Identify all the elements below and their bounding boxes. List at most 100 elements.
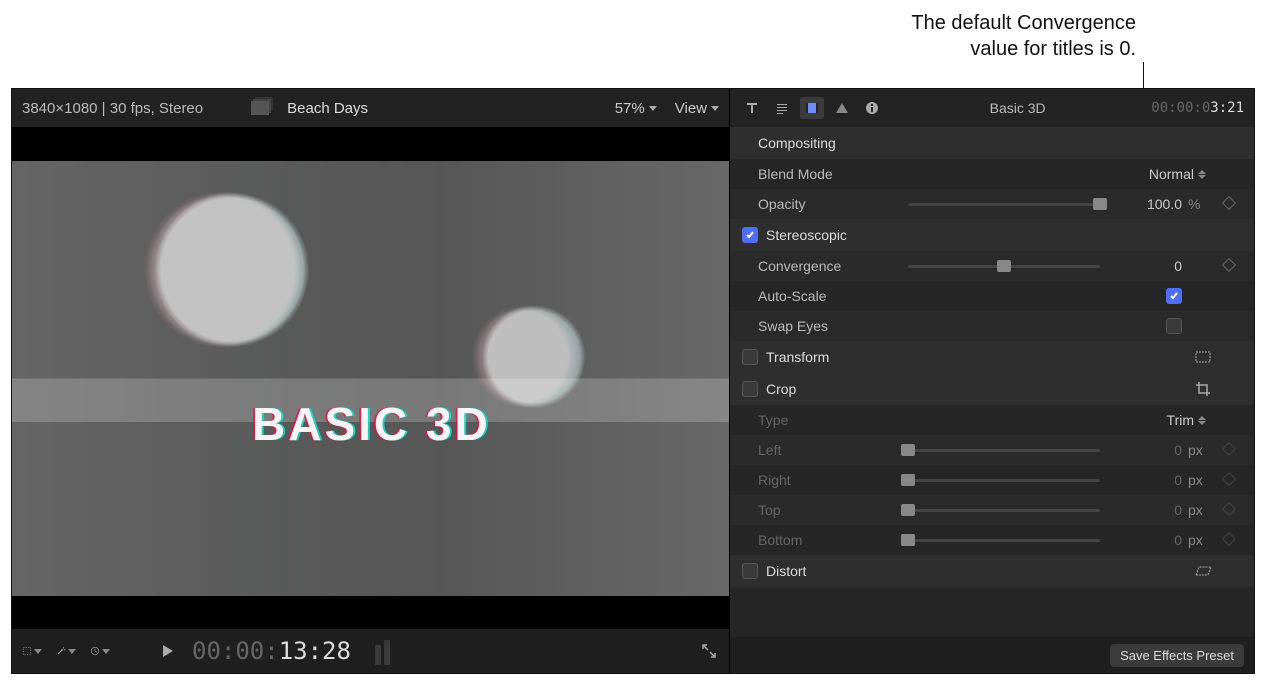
viewer-canvas[interactable]: BASIC 3D [12, 127, 729, 629]
chevron-down-icon [34, 649, 42, 654]
callout-text: The default Convergence value for titles… [911, 10, 1136, 62]
row-crop-top: Top 0 px [730, 495, 1254, 525]
crop-label: Crop [766, 381, 796, 397]
audio-meter[interactable] [375, 637, 393, 665]
convergence-value[interactable]: 0 [1112, 258, 1182, 274]
slider-thumb[interactable] [901, 504, 915, 516]
anaglyph-preview-image [12, 161, 729, 596]
play-button[interactable] [158, 641, 178, 661]
crop-top-slider[interactable] [908, 509, 1100, 512]
row-crop-right: Right 0 px [730, 465, 1254, 495]
transform-icon[interactable] [1180, 350, 1226, 364]
view-dropdown[interactable]: View [675, 100, 719, 117]
convergence-keyframe[interactable] [1216, 259, 1242, 273]
row-swap-eyes: Swap Eyes [730, 311, 1254, 341]
clip-stack-icon [251, 101, 269, 115]
play-icon [163, 645, 173, 657]
section-stereoscopic: Stereoscopic [730, 219, 1254, 251]
slider-thumb[interactable] [901, 534, 915, 546]
auto-scale-label: Auto-Scale [758, 288, 898, 304]
view-label: View [675, 100, 707, 117]
auto-scale-checkbox[interactable] [1166, 288, 1182, 304]
opacity-keyframe[interactable] [1216, 197, 1242, 211]
inspector-body: Compositing Blend Mode Normal Opacity [730, 127, 1254, 637]
crop-type-popup[interactable]: Trim [1167, 412, 1206, 428]
inspector-title: Basic 3D [890, 100, 1145, 116]
inspector-footer: Save Effects Preset [730, 637, 1254, 673]
row-convergence: Convergence 0 [730, 251, 1254, 281]
crop-checkbox[interactable] [742, 381, 758, 397]
chevron-down-icon [68, 649, 76, 654]
inspector-timecode: 00:00:03:21 [1151, 100, 1244, 116]
crop-left-slider[interactable] [908, 449, 1100, 452]
viewer-panel: 3840×1080 | 30 fps, Stereo Beach Days 57… [12, 89, 730, 673]
crop-right-slider[interactable] [908, 479, 1100, 482]
video-inspector-tab[interactable] [800, 97, 824, 119]
row-crop-type: Type Trim [730, 405, 1254, 435]
section-compositing: Compositing [730, 127, 1254, 159]
crop-type-label: Type [758, 412, 898, 428]
row-opacity: Opacity 100.0 % [730, 189, 1254, 219]
opacity-value[interactable]: 100.0 [1112, 196, 1182, 212]
viewer-header: 3840×1080 | 30 fps, Stereo Beach Days 57… [12, 89, 729, 127]
slider-thumb[interactable] [901, 444, 915, 456]
opacity-unit: % [1188, 196, 1206, 212]
crop-left-keyframe[interactable] [1216, 443, 1242, 457]
inspector-header: Basic 3D 00:00:03:21 [730, 89, 1254, 127]
crop-top-value[interactable]: 0 [1112, 502, 1182, 518]
viewer-clip-title: Beach Days [287, 100, 368, 117]
crop-right-keyframe[interactable] [1216, 473, 1242, 487]
stereoscopic-checkbox[interactable] [742, 227, 758, 243]
crop-left-value[interactable]: 0 [1112, 442, 1182, 458]
opacity-slider[interactable] [908, 203, 1100, 206]
zoom-dropdown[interactable]: 57% [615, 100, 657, 117]
chevron-down-icon [102, 649, 110, 654]
enhance-tool-dropdown[interactable] [56, 641, 76, 661]
zoom-value: 57% [615, 100, 645, 117]
generator-inspector-tab[interactable] [830, 97, 854, 119]
blend-mode-label: Blend Mode [758, 166, 898, 182]
transform-checkbox[interactable] [742, 349, 758, 365]
viewer-format-info: 3840×1080 | 30 fps, Stereo [22, 100, 203, 117]
viewer-footer: 00:00:13:28 [12, 629, 729, 673]
chevron-down-icon [649, 106, 657, 111]
row-crop-left: Left 0 px [730, 435, 1254, 465]
crop-top-keyframe[interactable] [1216, 503, 1242, 517]
crop-icon[interactable] [1180, 381, 1226, 397]
inspector-panel: Basic 3D 00:00:03:21 Compositing Blend M… [730, 89, 1254, 673]
distort-label: Distort [766, 563, 806, 579]
convergence-slider[interactable] [908, 265, 1100, 268]
transform-label: Transform [766, 349, 829, 365]
row-auto-scale: Auto-Scale [730, 281, 1254, 311]
stereoscopic-label: Stereoscopic [766, 227, 847, 243]
crop-right-value[interactable]: 0 [1112, 472, 1182, 488]
chevron-down-icon [711, 106, 719, 111]
swap-eyes-checkbox[interactable] [1166, 318, 1182, 334]
section-transform: Transform [730, 341, 1254, 373]
fullscreen-button[interactable] [699, 641, 719, 661]
blend-mode-popup[interactable]: Normal [1149, 166, 1206, 182]
slider-thumb[interactable] [997, 260, 1011, 272]
section-distort: Distort [730, 555, 1254, 587]
crop-bottom-value[interactable]: 0 [1112, 532, 1182, 548]
updown-icon [1198, 170, 1206, 179]
section-crop: Crop [730, 373, 1254, 405]
slider-thumb[interactable] [901, 474, 915, 486]
swap-eyes-label: Swap Eyes [758, 318, 898, 334]
text-inspector-tab[interactable] [740, 97, 764, 119]
save-effects-preset-button[interactable]: Save Effects Preset [1110, 644, 1244, 667]
opacity-label: Opacity [758, 196, 898, 212]
viewer-timecode[interactable]: 00:00:13:28 [192, 637, 351, 665]
updown-icon [1198, 416, 1206, 425]
transform-tool-dropdown[interactable] [22, 641, 42, 661]
row-blend-mode: Blend Mode Normal [730, 159, 1254, 189]
slider-thumb[interactable] [1093, 198, 1107, 210]
crop-bottom-slider[interactable] [908, 539, 1100, 542]
crop-bottom-keyframe[interactable] [1216, 533, 1242, 547]
retime-tool-dropdown[interactable] [90, 641, 110, 661]
convergence-label: Convergence [758, 258, 898, 274]
distort-checkbox[interactable] [742, 563, 758, 579]
distort-icon[interactable] [1180, 564, 1226, 578]
paragraph-inspector-tab[interactable] [770, 97, 794, 119]
info-inspector-tab[interactable] [860, 97, 884, 119]
